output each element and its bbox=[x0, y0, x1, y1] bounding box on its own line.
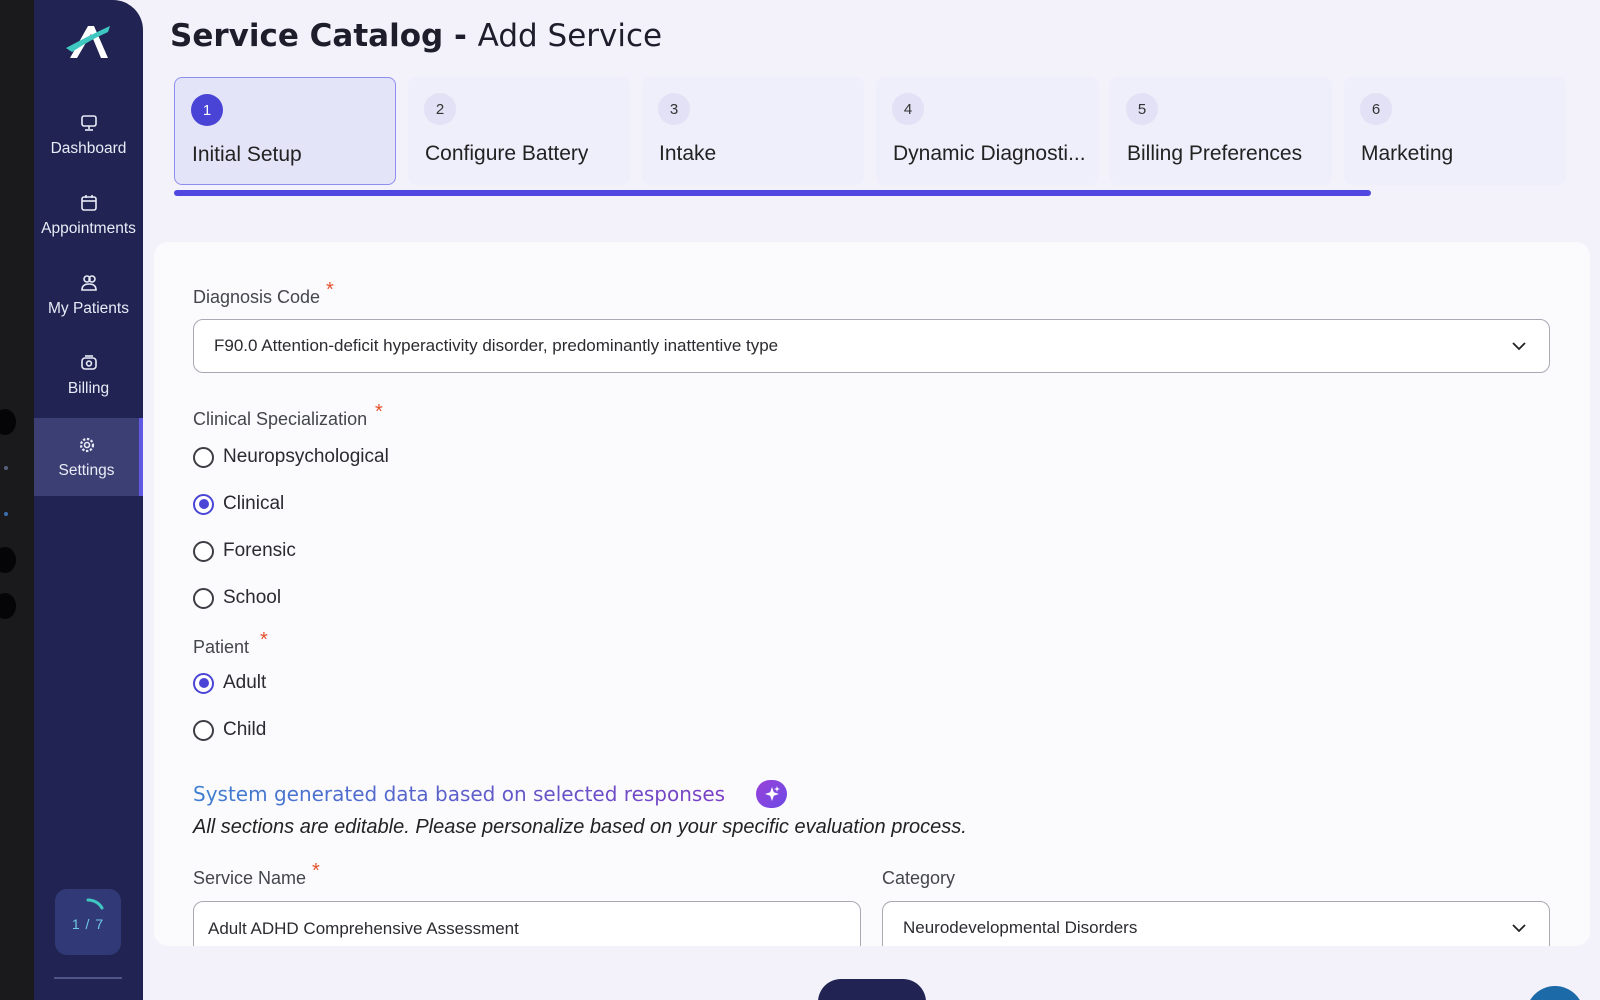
service-name-label: Service Name bbox=[193, 868, 307, 888]
page-title-main: Service Catalog bbox=[170, 18, 444, 54]
gear-icon bbox=[79, 437, 94, 452]
step-label: Initial Setup bbox=[192, 143, 302, 166]
radio-button[interactable] bbox=[193, 446, 214, 468]
chevron-down-icon bbox=[1512, 924, 1526, 933]
diagnosis-code-label: Diagnosis Code bbox=[193, 287, 321, 307]
radio-button[interactable] bbox=[193, 493, 214, 515]
billing-icon bbox=[80, 354, 97, 370]
users-icon bbox=[80, 274, 97, 291]
sidebar: Dashboard Appointments My Patients Billi… bbox=[34, 0, 143, 1000]
system-generated-note: All sections are editable. Please person… bbox=[193, 816, 967, 838]
radio-button[interactable] bbox=[193, 672, 214, 694]
edge-dot bbox=[0, 593, 16, 619]
step-configure-battery[interactable]: 2 Configure Battery bbox=[408, 77, 630, 185]
sidebar-item-appointments[interactable]: Appointments bbox=[34, 176, 143, 254]
radio-school[interactable]: School bbox=[193, 583, 281, 613]
radio-clinical[interactable]: Clinical bbox=[193, 489, 284, 519]
brand-logo[interactable] bbox=[64, 20, 114, 64]
patient-label: Patient bbox=[193, 637, 250, 657]
stepper: 1 Initial Setup 2 Configure Battery 3 In… bbox=[174, 76, 1568, 188]
sidebar-item-label: Appointments bbox=[41, 219, 136, 237]
required-asterisk: * bbox=[326, 279, 334, 301]
step-dynamic-diagnostics[interactable]: 4 Dynamic Diagnosti... bbox=[876, 77, 1098, 185]
radio-label: Adult bbox=[223, 672, 267, 693]
radio-button[interactable] bbox=[193, 540, 214, 562]
radio-adult[interactable]: Adult bbox=[193, 668, 266, 698]
edge-dot bbox=[0, 409, 16, 435]
step-label: Marketing bbox=[1361, 142, 1454, 165]
radio-forensic[interactable]: Forensic bbox=[193, 536, 296, 566]
step-label: Intake bbox=[659, 142, 717, 165]
sidebar-item-label: Settings bbox=[58, 461, 115, 479]
step-billing-preferences[interactable]: 5 Billing Preferences bbox=[1110, 77, 1332, 185]
page-title-sub: Add Service bbox=[477, 18, 663, 54]
progress-text: 1 / 7 bbox=[71, 916, 105, 932]
diagnosis-code-value: F90.0 Attention-deficit hyperactivity di… bbox=[214, 336, 779, 355]
chevron-down-icon bbox=[1512, 342, 1526, 351]
radio-neuropsychological[interactable]: Neuropsychological bbox=[193, 442, 389, 472]
system-generated-heading: System generated data based on selected … bbox=[193, 782, 726, 806]
service-name-value: Adult ADHD Comprehensive Assessment bbox=[208, 919, 519, 938]
radio-button[interactable] bbox=[193, 719, 214, 741]
radio-label: Child bbox=[223, 719, 267, 740]
radio-label: Forensic bbox=[223, 540, 296, 561]
step-label: Configure Battery bbox=[425, 142, 589, 165]
category-value: Neurodevelopmental Disorders bbox=[903, 918, 1138, 937]
clinical-specialization-label: Clinical Specialization bbox=[193, 409, 368, 429]
step-number: 6 bbox=[1360, 93, 1392, 125]
required-asterisk: * bbox=[312, 860, 320, 882]
step-number: 4 bbox=[892, 93, 924, 125]
radio-child[interactable]: Child bbox=[193, 715, 266, 745]
step-label: Billing Preferences bbox=[1127, 142, 1303, 165]
step-number: 2 bbox=[424, 93, 456, 125]
next-button[interactable] bbox=[818, 979, 926, 1000]
sidebar-item-my-patients[interactable]: My Patients bbox=[34, 256, 143, 334]
sidebar-item-dashboard[interactable]: Dashboard bbox=[34, 96, 143, 174]
diagnosis-code-select[interactable]: F90.0 Attention-deficit hyperactivity di… bbox=[193, 319, 1550, 373]
sidebar-item-label: My Patients bbox=[48, 299, 129, 317]
radio-label: Neuropsychological bbox=[223, 446, 389, 467]
radio-button[interactable] bbox=[193, 587, 214, 609]
sparkle-icon bbox=[756, 780, 787, 808]
monitor-icon bbox=[80, 114, 97, 131]
stepper-progress-bar bbox=[174, 190, 1371, 196]
step-intake[interactable]: 3 Intake bbox=[642, 77, 864, 185]
calendar-icon bbox=[80, 194, 97, 211]
edge-dash bbox=[4, 512, 8, 516]
sidebar-item-label: Dashboard bbox=[50, 139, 127, 157]
required-asterisk: * bbox=[375, 401, 383, 423]
window-edge bbox=[0, 0, 34, 1000]
step-initial-setup[interactable]: 1 Initial Setup bbox=[174, 77, 396, 185]
onboarding-progress[interactable]: 1 / 7 bbox=[55, 889, 121, 955]
step-number: 3 bbox=[658, 93, 690, 125]
edge-dash bbox=[4, 466, 8, 470]
sidebar-item-billing[interactable]: Billing bbox=[34, 336, 143, 414]
step-number: 5 bbox=[1126, 93, 1158, 125]
radio-label: School bbox=[223, 587, 282, 608]
category-label: Category bbox=[882, 868, 956, 888]
sidebar-divider bbox=[54, 977, 122, 979]
sidebar-item-settings[interactable]: Settings bbox=[34, 418, 143, 496]
page-title: Service Catalog - Add Service bbox=[170, 18, 662, 54]
page-title-separator: - bbox=[453, 18, 467, 54]
step-number: 1 bbox=[191, 94, 223, 126]
sidebar-item-label: Billing bbox=[67, 379, 110, 397]
radio-label: Clinical bbox=[223, 493, 285, 514]
step-label: Dynamic Diagnosti... bbox=[893, 142, 1086, 165]
step-marketing[interactable]: 6 Marketing bbox=[1344, 77, 1566, 185]
edge-dot bbox=[0, 547, 16, 573]
required-asterisk: * bbox=[260, 629, 268, 651]
